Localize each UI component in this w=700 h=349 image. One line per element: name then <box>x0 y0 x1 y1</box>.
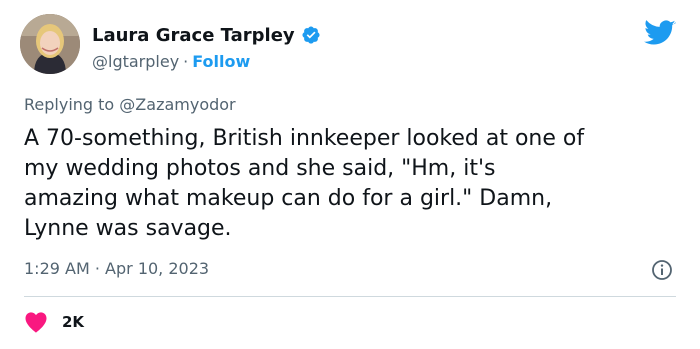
avatar[interactable] <box>20 14 80 74</box>
tweet-time: 1:29 AM <box>24 259 90 278</box>
replying-prefix: Replying to <box>24 95 115 114</box>
like-action[interactable]: 2K <box>24 311 84 333</box>
handle-row: @lgtarpley · Follow <box>92 52 321 71</box>
verified-badge-icon <box>301 25 321 45</box>
info-icon[interactable] <box>651 259 673 281</box>
author-name[interactable]: Laura Grace Tarpley <box>92 25 295 46</box>
like-count: 2K <box>62 313 85 331</box>
tweet-text-line: Lynne was savage. <box>24 216 232 241</box>
heart-icon[interactable] <box>24 311 48 333</box>
handle-separator: · <box>183 52 189 71</box>
replying-to-mention[interactable]: @Zazamyodor <box>119 95 235 114</box>
tweet-text-line: my wedding photos and she said, "Hm, it'… <box>24 156 496 181</box>
tweet-text: A 70-something, British innkeeper looked… <box>24 124 684 244</box>
author-name-row: Laura Grace Tarpley <box>92 22 321 48</box>
replying-to-line: Replying to @Zazamyodor <box>24 95 236 114</box>
timestamp-separator: · <box>94 259 100 278</box>
author-block: Laura Grace Tarpley @lgtarpley · Follow <box>92 22 321 71</box>
timestamp[interactable]: 1:29 AM · Apr 10, 2023 <box>24 259 209 278</box>
twitter-bird-icon[interactable] <box>644 20 676 47</box>
follow-button[interactable]: Follow <box>192 52 250 71</box>
tweet-card: Laura Grace Tarpley @lgtarpley · Follow Re… <box>0 0 700 349</box>
tweet-text-line: amazing what makeup can do for a girl." … <box>24 186 553 211</box>
tweet-date: Apr 10, 2023 <box>105 259 210 278</box>
tweet-text-line: A 70-something, British innkeeper looked… <box>24 126 585 151</box>
divider <box>24 296 676 297</box>
author-handle[interactable]: @lgtarpley <box>92 52 179 71</box>
